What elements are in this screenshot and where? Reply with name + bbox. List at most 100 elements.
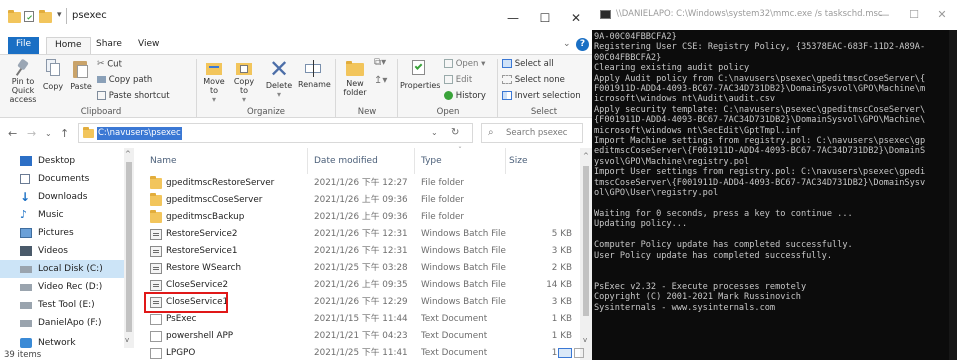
tab-share[interactable]: Share — [88, 37, 130, 54]
file-row[interactable]: Restore WSearch 2021/1/25 下午 03:28 Windows… — [140, 260, 580, 277]
nav-item-test-tool-e[interactable]: Test Tool (E:) — [0, 296, 124, 314]
properties-quick-icon[interactable] — [24, 11, 34, 22]
delete-button[interactable]: ✕ Delete ▾ — [264, 57, 294, 99]
nav-item-desktop[interactable]: Desktop — [0, 152, 124, 170]
history-button[interactable]: History — [444, 91, 486, 101]
recent-locations-icon[interactable]: ⌄ — [45, 129, 52, 138]
column-header-name[interactable]: Name — [150, 148, 177, 174]
title-divider — [66, 8, 67, 24]
minimize-button[interactable]: — — [500, 10, 526, 26]
paste-button[interactable]: Paste — [68, 57, 94, 91]
large-icons-view-icon[interactable] — [574, 348, 584, 358]
rename-icon — [305, 59, 323, 77]
nav-item-downloads[interactable]: ↓ Downloads — [0, 188, 124, 206]
nav-item-pictures[interactable]: Pictures — [0, 224, 124, 242]
nav-item-documents[interactable]: Documents — [0, 170, 124, 188]
rename-button[interactable]: Rename — [298, 57, 331, 89]
invert-selection-label: Invert selection — [514, 91, 581, 101]
tab-home[interactable]: Home — [46, 37, 91, 54]
move-to-button[interactable]: Move to ▾ — [200, 57, 228, 104]
highlight-box — [144, 292, 228, 313]
search-box[interactable]: ⌕ Search psexec — [481, 123, 583, 143]
select-none-button[interactable]: Select none — [502, 75, 565, 85]
file-row[interactable]: LPGPO2021/1/25 下午 11:41Text Document1 KB — [140, 345, 580, 360]
file-explorer-window: ▾ psexec — ☐ ✕ File Home Share View ⌄ ? … — [0, 0, 592, 360]
maximize-button[interactable]: ☐ — [532, 10, 558, 26]
file-row[interactable]: gpeditmscCoseServer 2021/1/26 上午 09:36 Fil… — [140, 192, 580, 209]
file-type: File folder — [421, 195, 465, 205]
paste-shortcut-label: Paste shortcut — [108, 91, 170, 101]
console-minimize-button[interactable]: — — [872, 7, 896, 23]
paste-shortcut-button[interactable]: Paste shortcut — [97, 91, 170, 101]
nav-scrollbar[interactable]: ^ v — [124, 148, 134, 348]
easy-access-icon[interactable]: ↥▾ — [374, 75, 387, 86]
new-item-icon[interactable]: ⧉▾ — [374, 57, 386, 68]
nav-item-video-rec-d[interactable]: Video Rec (D:) — [0, 278, 124, 296]
file-row[interactable]: powershell APP 2021/1/21 下午 04:23 Text Doc… — [140, 328, 580, 345]
new-folder-quick-icon[interactable] — [39, 10, 52, 23]
copy-button[interactable]: Copy — [42, 57, 64, 91]
file-row[interactable]: RestoreService2 2021/1/26 下午 12:31 Windows… — [140, 226, 580, 243]
console-maximize-button[interactable]: ☐ — [902, 7, 926, 23]
copy-to-button[interactable]: Copy to ▾ — [230, 57, 258, 104]
nav-label: Video Rec (D:) — [38, 282, 103, 292]
file-date: 2021/1/26 下午 12:31 — [314, 229, 408, 239]
scroll-down-icon[interactable]: v — [583, 336, 587, 344]
console-close-button[interactable]: ✕ — [930, 7, 954, 23]
console-line: ol\GPO\User\registry.pol — [594, 188, 719, 199]
file-row[interactable]: PsExec 2021/1/15 下午 11:44 Text Document 1 K… — [140, 311, 580, 328]
file-name: gpeditmscRestoreServer — [166, 178, 275, 188]
file-date: 2021/1/26 上午 09:35 — [314, 280, 408, 290]
nav-item-danielapo-f[interactable]: DanielApo (F:) — [0, 314, 124, 332]
new-folder-button[interactable]: New folder — [340, 57, 370, 97]
nav-item-videos[interactable]: Videos — [0, 242, 124, 260]
paste-shortcut-icon — [97, 91, 106, 100]
invert-selection-button[interactable]: Invert selection — [502, 91, 581, 101]
console-output[interactable]: 9A-00C04FBBCFA2} Registering User CSE: Re… — [594, 32, 949, 360]
refresh-icon[interactable]: ↻ — [451, 127, 459, 138]
forward-arrow-icon[interactable]: → — [27, 127, 36, 140]
address-dropdown-icon[interactable]: ⌄ — [431, 128, 438, 137]
scroll-up-icon[interactable]: ^ — [125, 150, 131, 158]
quick-access-dropdown-icon[interactable]: ▾ — [57, 10, 62, 20]
file-row[interactable]: gpeditmscRestoreServer 2021/1/26 下午 12:27… — [140, 175, 580, 192]
select-all-button[interactable]: Select all — [502, 59, 554, 69]
file-date: 2021/1/15 下午 11:44 — [314, 314, 408, 324]
scroll-thumb[interactable] — [583, 166, 589, 316]
file-row[interactable]: gpeditmscBackup 2021/1/26 上午 09:36 File fo… — [140, 209, 580, 226]
scroll-up-icon[interactable]: ^ — [583, 152, 589, 160]
up-arrow-icon[interactable]: ↑ — [60, 127, 69, 140]
file-row[interactable]: RestoreService1 2021/1/26 下午 12:31 Windows… — [140, 243, 580, 260]
open-button[interactable]: Open ▾ — [444, 59, 485, 69]
nav-item-local-disk-c[interactable]: Local Disk (C:) — [0, 260, 124, 278]
folder-icon — [8, 10, 21, 23]
pin-quick-access-button[interactable]: Pin to Quick access — [6, 57, 40, 104]
scroll-down-icon[interactable]: v — [125, 336, 129, 344]
column-header-date[interactable]: Date modified — [314, 148, 378, 174]
column-header-type[interactable]: Type — [421, 148, 442, 174]
edit-button[interactable]: Edit — [444, 75, 472, 85]
cut-button[interactable]: ✂ Cut — [97, 59, 122, 70]
help-icon[interactable]: ? — [576, 38, 589, 51]
list-scrollbar[interactable]: ^ v — [580, 148, 592, 360]
tab-file[interactable]: File — [8, 37, 40, 54]
console-scrollbar[interactable] — [949, 30, 957, 360]
delete-x-icon: ✕ — [268, 55, 290, 83]
details-view-icon[interactable] — [558, 348, 572, 358]
collapse-ribbon-icon[interactable]: ⌄ — [563, 39, 571, 49]
address-path[interactable]: C:\navusers\psexec — [97, 127, 182, 140]
nav-item-music[interactable]: ♪ Music — [0, 206, 124, 224]
network-icon — [20, 338, 32, 348]
properties-button[interactable]: Properties — [400, 57, 440, 90]
close-button[interactable]: ✕ — [563, 10, 589, 26]
tab-view[interactable]: View — [130, 37, 167, 54]
explorer-title-bar: ▾ psexec — ☐ ✕ — [0, 0, 592, 34]
scroll-thumb[interactable] — [126, 162, 132, 332]
back-arrow-icon[interactable]: ← — [8, 127, 17, 140]
status-item-count: 39 items — [4, 350, 42, 360]
downloads-icon: ↓ — [20, 190, 31, 204]
column-header-size[interactable]: Size — [509, 148, 527, 174]
copy-path-button[interactable]: Copy path — [97, 75, 152, 85]
file-type: Text Document — [421, 314, 488, 324]
address-field[interactable]: C:\navusers\psexec ⌄ ↻ — [78, 123, 473, 143]
